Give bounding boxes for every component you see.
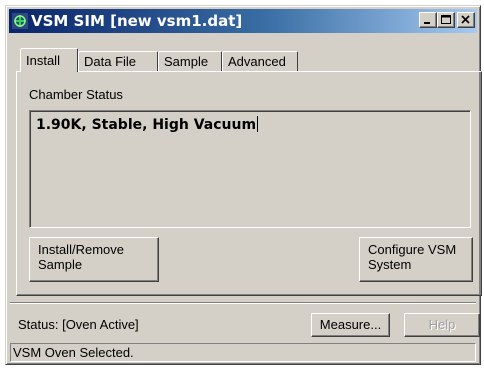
install-remove-label-line2: Sample xyxy=(38,257,83,272)
close-icon xyxy=(461,15,470,24)
title-bar[interactable]: VSM SIM [new vsm1.dat] xyxy=(9,9,477,33)
divider xyxy=(10,302,476,304)
help-button[interactable]: Help xyxy=(404,313,480,337)
measure-button[interactable]: Measure... xyxy=(311,313,390,337)
configure-label-line2: System xyxy=(368,257,412,272)
install-remove-label-line1: Install/Remove xyxy=(38,242,124,257)
minimize-icon xyxy=(424,22,430,24)
minimize-button[interactable] xyxy=(419,12,437,28)
chamber-status-textbox[interactable]: 1.90K, Stable, High Vacuum xyxy=(29,110,471,228)
window-title: VSM SIM [new vsm1.dat] xyxy=(31,12,243,30)
vsm-app-icon xyxy=(12,13,28,29)
status-label: Status: [Oven Active] xyxy=(18,317,139,332)
tab-install[interactable]: Install xyxy=(20,48,78,72)
tab-sample[interactable]: Sample xyxy=(158,51,222,71)
configure-label-line1: Configure VSM xyxy=(368,242,457,257)
tab-advanced[interactable]: Advanced xyxy=(222,51,298,71)
tab-data-file[interactable]: Data File xyxy=(78,51,158,71)
close-button[interactable] xyxy=(457,12,475,28)
caption-buttons xyxy=(419,12,475,30)
install-tab-panel: Chamber Status 1.90K, Stable, High Vacuu… xyxy=(16,71,482,296)
chamber-status-value: 1.90K, Stable, High Vacuum xyxy=(36,116,259,133)
chamber-status-label: Chamber Status xyxy=(29,87,123,102)
status-bar: VSM Oven Selected. xyxy=(10,343,476,362)
app-window: VSM SIM [new vsm1.dat] Install Data File… xyxy=(5,5,482,365)
configure-vsm-system-button[interactable]: Configure VSM System xyxy=(359,237,473,282)
text-caret xyxy=(257,116,259,132)
maximize-icon xyxy=(441,15,451,24)
install-remove-sample-button[interactable]: Install/Remove Sample xyxy=(29,237,159,282)
maximize-button[interactable] xyxy=(437,12,455,28)
